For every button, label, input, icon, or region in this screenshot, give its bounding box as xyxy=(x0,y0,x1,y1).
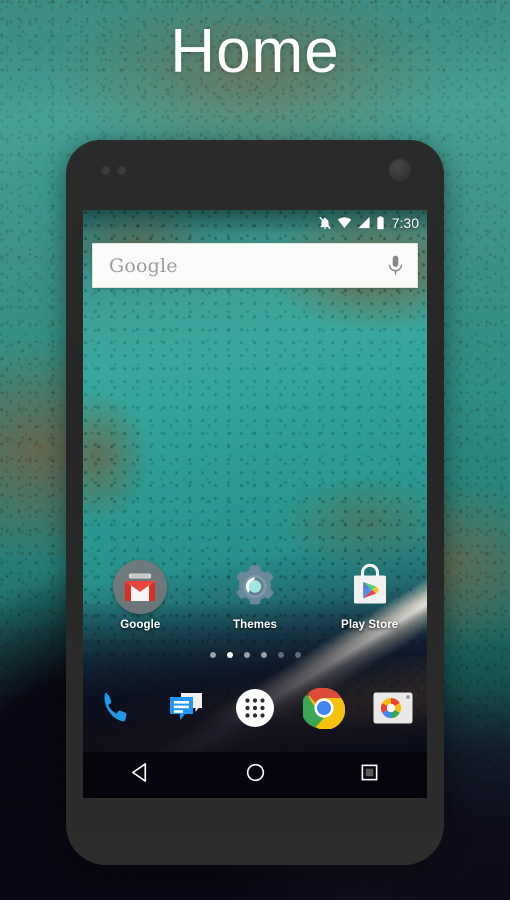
phone-device-mockup: 7:30 Google Google Themes Play Store xyxy=(66,140,444,865)
phone-icon[interactable] xyxy=(95,686,139,730)
page-indicator[interactable] xyxy=(83,652,427,658)
google-folder-icon[interactable] xyxy=(113,560,168,614)
page-dot-active[interactable] xyxy=(226,652,233,658)
dock-item-camera[interactable] xyxy=(358,686,427,730)
cell-signal-icon xyxy=(357,216,371,229)
dock-item-chrome[interactable] xyxy=(289,686,358,730)
dock xyxy=(83,680,427,736)
navigation-bar xyxy=(83,752,427,798)
battery-icon xyxy=(376,215,385,230)
wifi-icon xyxy=(337,216,352,229)
page-dot[interactable] xyxy=(277,652,284,658)
status-bar[interactable]: 7:30 xyxy=(83,210,427,235)
front-camera-icon xyxy=(389,159,411,181)
recents-square-icon[interactable] xyxy=(360,763,379,787)
google-search-bar[interactable]: Google xyxy=(92,243,418,288)
app-label: Google xyxy=(120,619,161,631)
app-play-store[interactable]: Play Store xyxy=(312,560,427,631)
status-bar-clock: 7:30 xyxy=(391,214,419,231)
dock-item-all-apps[interactable] xyxy=(221,686,290,730)
back-triangle-icon[interactable] xyxy=(130,762,151,788)
dock-item-phone[interactable] xyxy=(83,686,152,730)
dock-item-messages[interactable] xyxy=(152,686,221,730)
app-label: Play Store xyxy=(341,619,399,631)
page-title: Home xyxy=(170,17,340,86)
page-dot[interactable] xyxy=(243,652,250,658)
notifications-off-icon xyxy=(318,216,332,230)
app-google[interactable]: Google xyxy=(83,560,198,631)
microphone-icon[interactable] xyxy=(380,255,417,276)
page-dot[interactable] xyxy=(294,652,301,658)
app-drawer-icon[interactable] xyxy=(233,686,277,730)
phone-screen: 7:30 Google Google Themes Play Store xyxy=(83,210,427,798)
gear-icon[interactable] xyxy=(228,560,282,614)
camera-icon[interactable] xyxy=(371,686,415,730)
light-sensor-icon xyxy=(117,166,126,175)
proximity-sensor-icon xyxy=(101,166,110,175)
app-themes[interactable]: Themes xyxy=(198,560,313,631)
nav-recents-button[interactable] xyxy=(312,763,427,787)
nav-home-button[interactable] xyxy=(198,762,313,788)
nav-back-button[interactable] xyxy=(83,762,198,788)
play-store-icon[interactable] xyxy=(343,560,397,614)
page-dot[interactable] xyxy=(209,652,216,658)
search-input[interactable]: Google xyxy=(93,255,380,277)
message-bubble-icon[interactable] xyxy=(164,686,208,730)
chrome-icon[interactable] xyxy=(302,686,346,730)
home-circle-icon[interactable] xyxy=(245,762,266,788)
page-dot[interactable] xyxy=(260,652,267,658)
app-label: Themes xyxy=(232,619,278,631)
home-screen-app-row: Google Themes Play Store xyxy=(83,560,427,631)
